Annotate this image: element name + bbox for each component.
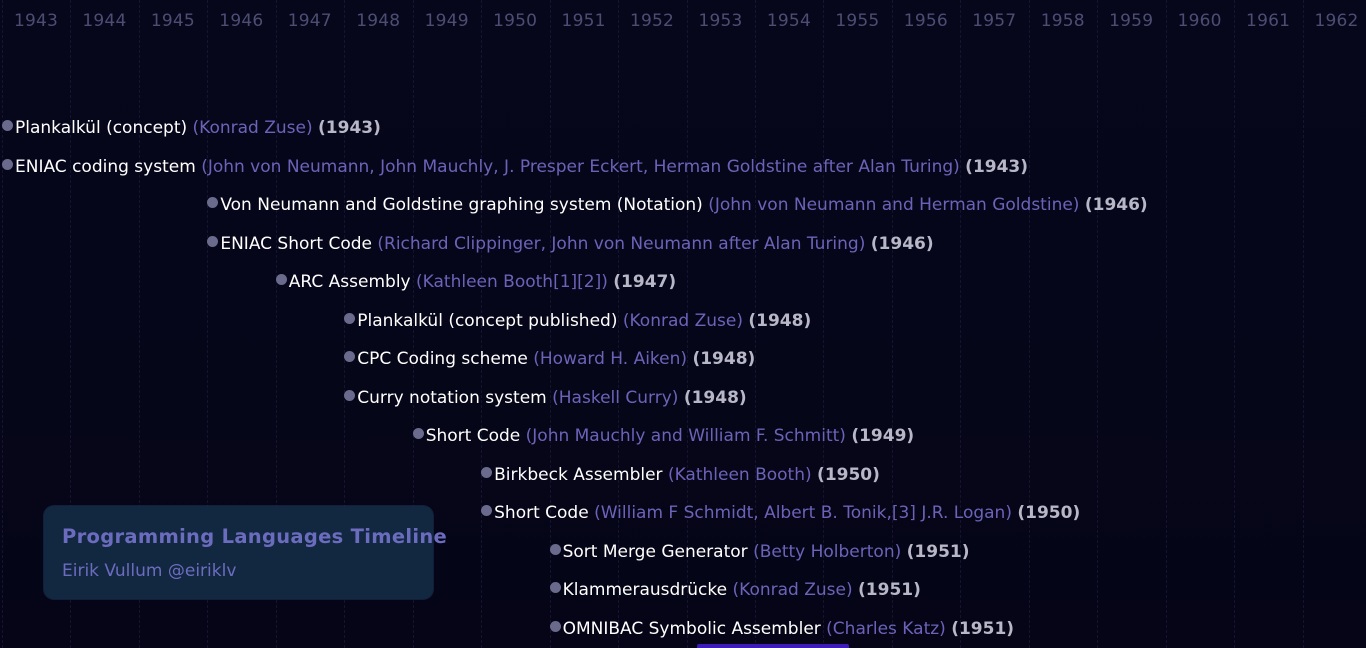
language-authors: (Kathleen Booth[1][2]) (416, 272, 608, 292)
language-year: (1946) (1084, 195, 1148, 215)
language-authors: (Betty Holberton) (753, 541, 902, 562)
entry-text: Curry notation system (Haskell Curry) (1… (357, 388, 746, 408)
scroll-indicator[interactable] (697, 644, 849, 648)
language-authors: (Konrad Zuse) (192, 118, 313, 138)
card-title: Programming Languages Timeline (62, 525, 448, 548)
entry-text: Plankalkül (concept published) (Konrad Z… (357, 311, 811, 331)
entry-text: ARC Assembly (Kathleen Booth[1][2]) (194… (289, 272, 676, 292)
language-name: Short Code (494, 503, 589, 523)
entry-dot-icon (549, 582, 561, 593)
language-name: Von Neumann and Goldstine graphing syste… (220, 195, 703, 215)
language-authors: (Haskell Curry) (552, 387, 679, 408)
entry-text: ENIAC coding system (John von Neumann, J… (15, 157, 1028, 177)
language-year: (1948) (683, 387, 747, 408)
entry-dot-icon (412, 428, 424, 439)
language-year: (1951) (906, 541, 970, 562)
language-name: ARC Assembly (288, 272, 411, 292)
entry-text: Von Neumann and Goldstine graphing syste… (220, 195, 1147, 215)
language-authors: (Kathleen Booth) (667, 464, 812, 485)
entry-dot-icon (344, 312, 356, 324)
language-authors: (Charles Katz) (826, 618, 946, 639)
language-authors: (John von Neumann and Herman Goldstine) (708, 195, 1080, 215)
entry-dot-icon (275, 274, 287, 285)
entry-dot-icon (549, 620, 561, 632)
entry-dot-icon (549, 543, 561, 555)
language-year: (1947) (613, 272, 677, 292)
language-authors: (John Mauchly and William F. Schmitt) (525, 426, 846, 446)
card-author: Eirik Vullum @eiriklv (62, 561, 237, 581)
title-card: Programming Languages Timeline Eirik Vul… (44, 506, 447, 599)
language-name: Birkbeck Assembler (494, 464, 663, 485)
entry-text: Sort Merge Generator (Betty Holberton) (… (563, 542, 970, 562)
language-year: (1951) (951, 618, 1015, 639)
language-name: ENIAC coding system (15, 156, 196, 177)
entry-text: Plankalkül (concept) (Konrad Zuse) (1943… (15, 118, 381, 138)
language-year: (1948) (692, 349, 756, 369)
language-authors: (William F Schmidt, Albert B. Tonik,[3] … (594, 503, 1012, 523)
entry-text: OMNIBAC Symbolic Assembler (Charles Katz… (563, 619, 1014, 639)
language-authors: (John von Neumann, John Mauchly, J. Pres… (201, 156, 960, 177)
language-year: (1949) (851, 426, 915, 446)
language-year: (1948) (748, 310, 812, 331)
entry-dot-icon (2, 120, 13, 131)
entry-dot-icon (344, 389, 356, 401)
language-name: Plankalkül (concept published) (357, 310, 618, 331)
entry-text: Birkbeck Assembler (Kathleen Booth) (195… (494, 465, 880, 485)
entry-dot-icon (207, 235, 219, 247)
language-name: ENIAC Short Code (220, 233, 372, 254)
entry-text: Short Code (William F Schmidt, Albert B.… (494, 503, 1080, 523)
entry-text: CPC Coding scheme (Howard H. Aiken) (194… (357, 349, 755, 369)
language-authors: (Howard H. Aiken) (533, 349, 688, 369)
language-year: (1946) (870, 233, 934, 254)
entry-text: ENIAC Short Code (Richard Clippinger, Jo… (220, 234, 933, 254)
entry-dot-icon (207, 197, 219, 208)
entry-text: Short Code (John Mauchly and William F. … (426, 426, 915, 446)
language-year: (1950) (1017, 503, 1081, 523)
language-name: Plankalkül (concept) (15, 118, 188, 138)
language-authors: (Konrad Zuse) (622, 310, 743, 331)
language-name: CPC Coding scheme (357, 349, 528, 369)
timeline-stage[interactable]: 1943 1944 1945 1946 1947 1948 1949 1950 1951 1952… (0, 0, 1366, 648)
language-name: Klammerausdrücke (562, 580, 728, 600)
language-year: (1950) (817, 464, 880, 485)
entry-dot-icon (481, 466, 493, 478)
language-year: (1943) (318, 118, 381, 138)
language-authors: (Konrad Zuse) (732, 580, 853, 600)
language-name: OMNIBAC Symbolic Assembler (562, 618, 821, 639)
entry-dot-icon (2, 158, 13, 170)
entry-dot-icon (344, 351, 356, 362)
language-year: (1951) (858, 580, 921, 600)
entry-text: Klammerausdrücke (Konrad Zuse) (1951) (563, 580, 921, 600)
language-name: Curry notation system (357, 387, 547, 408)
language-name: Short Code (425, 426, 521, 446)
entry-dot-icon (481, 505, 493, 516)
language-authors: (Richard Clippinger, John von Neumann af… (377, 233, 866, 254)
language-year: (1943) (965, 156, 1029, 177)
language-name: Sort Merge Generator (562, 541, 748, 562)
